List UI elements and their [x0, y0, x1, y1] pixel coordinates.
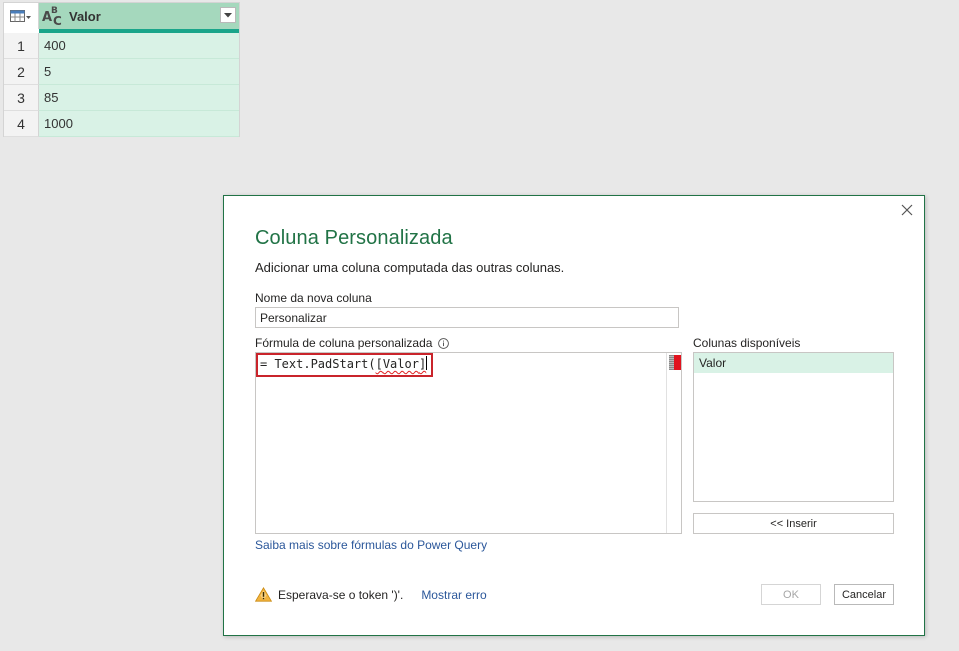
grid-header: ABC Valor: [4, 3, 239, 33]
dialog-description: Adicionar uma coluna computada das outra…: [255, 260, 565, 275]
warning-icon: [255, 587, 272, 602]
custom-column-dialog: Coluna Personalizada Adicionar uma colun…: [223, 195, 925, 636]
table-row: 4 1000: [4, 111, 239, 137]
formula-label-text: Fórmula de coluna personalizada: [255, 336, 433, 350]
abc-text-type-icon[interactable]: ABC: [42, 6, 66, 28]
row-number[interactable]: 4: [4, 111, 39, 137]
error-marker-icon: [674, 355, 681, 370]
grid-rows: 1 400 2 5 3 85 4 1000: [4, 33, 239, 137]
error-message: Esperava-se o token ')'.: [278, 587, 404, 602]
formula-highlight-box: [256, 353, 433, 377]
info-icon[interactable]: [438, 337, 450, 349]
table-row: 3 85: [4, 85, 239, 111]
cell-value[interactable]: 85: [39, 85, 239, 111]
chevron-down-icon: [224, 12, 232, 17]
column-filter-button[interactable]: [220, 7, 236, 23]
available-column-item[interactable]: Valor: [694, 353, 893, 373]
table-icon: [10, 10, 31, 22]
new-column-name-input[interactable]: [255, 307, 679, 328]
available-columns-label: Colunas disponíveis: [693, 336, 801, 350]
cell-value[interactable]: 5: [39, 59, 239, 85]
error-row: Esperava-se o token ')'. Mostrar erro: [255, 587, 487, 602]
row-number[interactable]: 3: [4, 85, 39, 111]
new-column-name-label: Nome da nova coluna: [255, 291, 372, 305]
dialog-title: Coluna Personalizada: [255, 227, 453, 249]
cell-value[interactable]: 1000: [39, 111, 239, 137]
cancel-button[interactable]: Cancelar: [834, 584, 894, 605]
row-number[interactable]: 1: [4, 33, 39, 59]
data-grid: ABC Valor 1 400 2 5 3 85 4 1000: [3, 2, 240, 137]
formula-scrollbar[interactable]: [666, 353, 681, 533]
learn-more-link[interactable]: Saiba mais sobre fórmulas do Power Query: [255, 538, 487, 552]
column-header-valor[interactable]: ABC Valor: [39, 3, 239, 33]
table-menu-button[interactable]: [4, 3, 39, 29]
formula-label: Fórmula de coluna personalizada: [255, 336, 450, 350]
ok-button[interactable]: OK: [761, 584, 821, 605]
cell-value[interactable]: 400: [39, 33, 239, 59]
row-number[interactable]: 2: [4, 59, 39, 85]
show-error-link[interactable]: Mostrar erro: [421, 588, 486, 602]
table-row: 1 400: [4, 33, 239, 59]
insert-button[interactable]: << Inserir: [693, 513, 894, 534]
table-row: 2 5: [4, 59, 239, 85]
close-icon: [901, 204, 913, 216]
available-columns-list[interactable]: Valor: [693, 352, 894, 502]
formula-editor[interactable]: = Text.PadStart([Valor]: [255, 352, 682, 534]
close-button[interactable]: [899, 202, 915, 218]
column-name: Valor: [69, 8, 101, 24]
